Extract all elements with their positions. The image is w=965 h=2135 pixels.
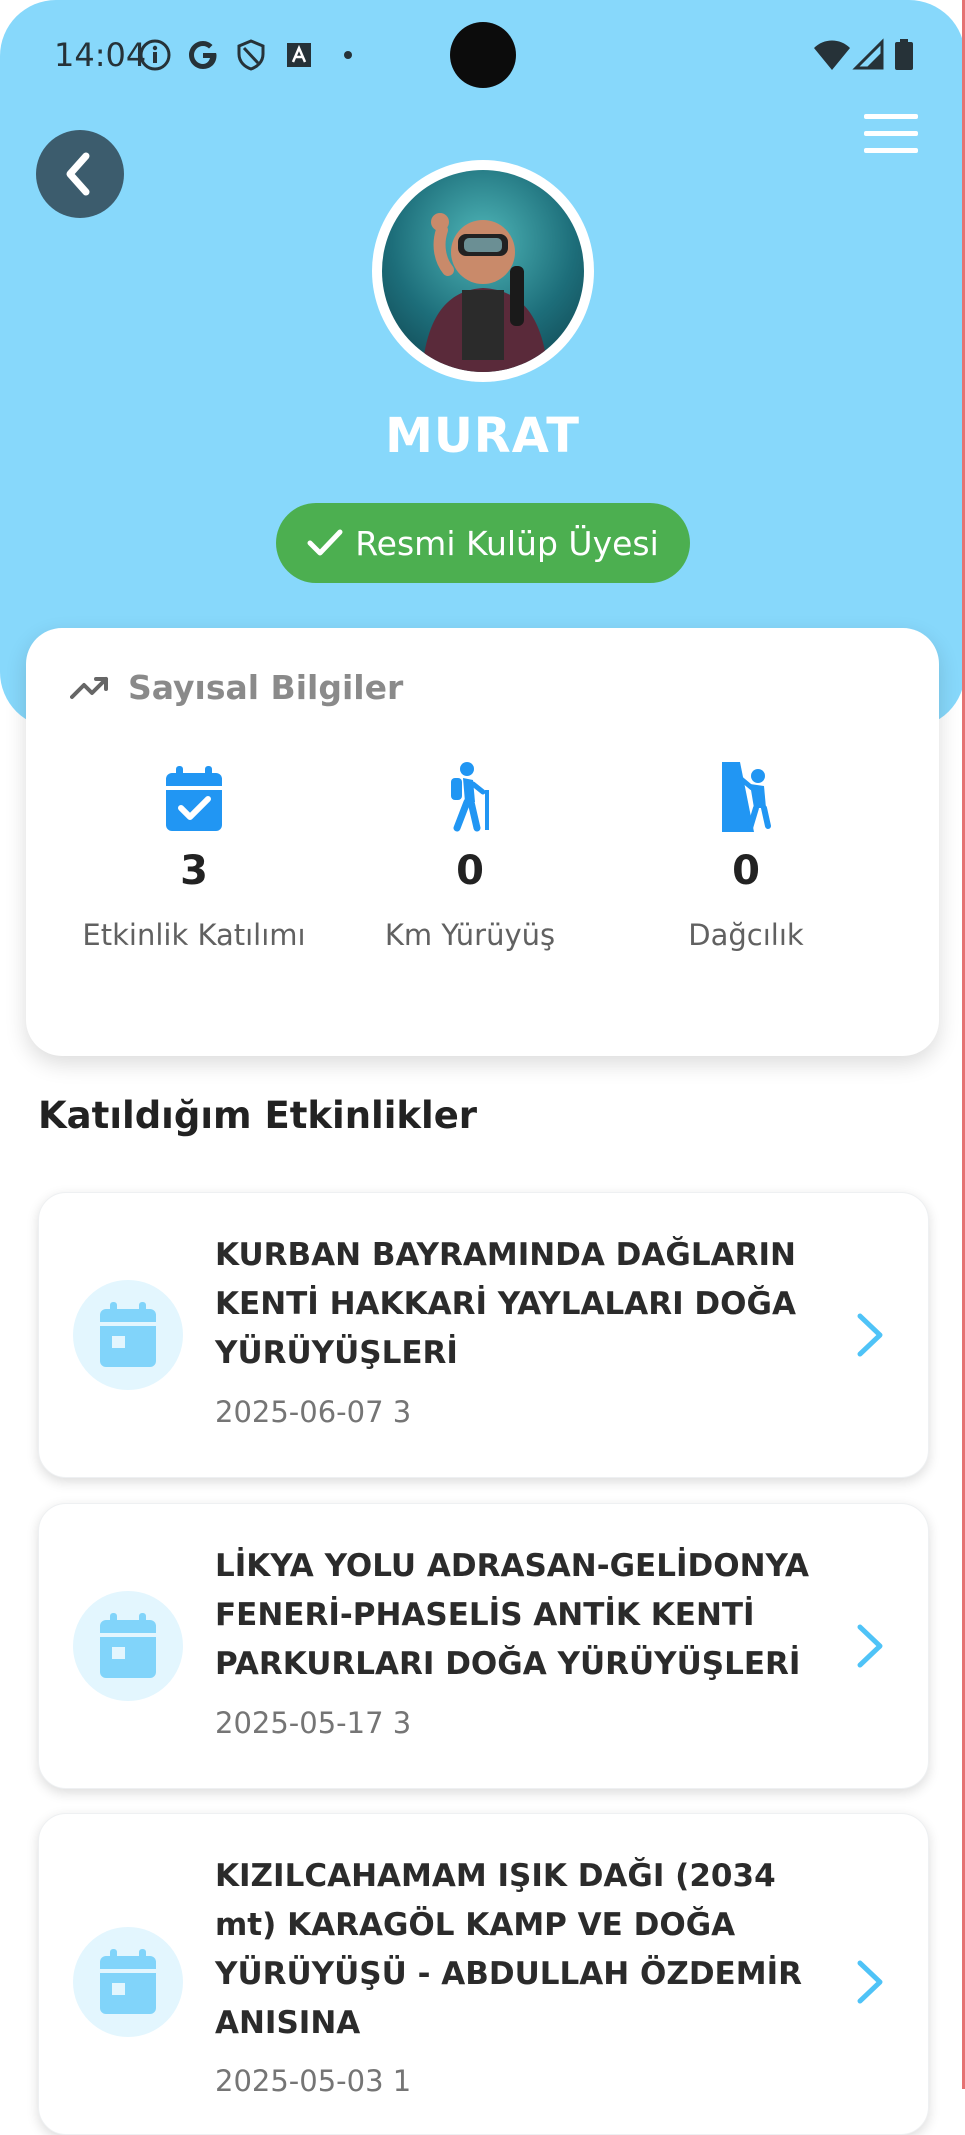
status-time: 14:04	[54, 36, 147, 74]
stat-events: 3 Etkinlik Katılımı	[56, 762, 332, 952]
member-badge: Resmi Kulüp Üyesi	[276, 503, 690, 583]
check-icon	[307, 529, 343, 556]
calendar-icon	[100, 1613, 156, 1678]
avatar-photo	[382, 170, 584, 372]
profile-name: MURAT	[385, 408, 580, 464]
event-icon-circle	[73, 1591, 183, 1701]
events-section-title: Katıldığım Etkinlikler	[38, 1094, 478, 1137]
google-icon	[189, 41, 217, 69]
stat-label: Etkinlik Katılımı	[82, 918, 306, 952]
event-title: KIZILCAHAMAM IŞIK DAĞI (2034 mt) KARAGÖL…	[215, 1858, 802, 2041]
stat-value: 0	[732, 848, 760, 894]
stat-value: 0	[456, 848, 484, 894]
event-date: 2025-05-03 1	[215, 2064, 412, 2098]
stats-card: Sayısal Bilgiler 3 Etkinlik Katılımı 0 K…	[26, 628, 939, 1056]
event-card[interactable]: KURBAN BAYRAMINDA DAĞLARIN KENTİ HAKKARİ…	[38, 1192, 929, 1478]
event-title: LİKYA YOLU ADRASAN-GELİDONYA FENERİ-PHAS…	[215, 1548, 810, 1682]
chevron-right-icon[interactable]	[852, 1310, 888, 1360]
camera-cutout	[450, 22, 516, 88]
avatar	[372, 160, 594, 382]
hiker-icon	[451, 762, 489, 832]
arrow-left-icon	[66, 152, 90, 196]
menu-icon[interactable]	[862, 110, 920, 158]
translate-icon	[287, 43, 311, 67]
wifi-icon	[814, 40, 850, 70]
stats-header: Sayısal Bilgiler	[70, 668, 403, 707]
info-icon	[139, 39, 171, 71]
stat-km: 0 Km Yürüyüş	[332, 762, 608, 952]
signal-icon	[852, 38, 884, 70]
event-card[interactable]: KIZILCAHAMAM IŞIK DAĞI (2034 mt) KARAGÖL…	[38, 1813, 929, 2135]
calendar-icon	[100, 1302, 156, 1367]
trending-up-icon	[70, 676, 108, 699]
event-title: KURBAN BAYRAMINDA DAĞLARIN KENTİ HAKKARİ…	[215, 1237, 796, 1371]
stat-climbing: 0 Dağcılık	[608, 762, 884, 952]
status-bar: 14:04	[0, 0, 965, 110]
event-icon-circle	[73, 1280, 183, 1390]
calendar-icon	[100, 1949, 156, 2014]
event-card[interactable]: LİKYA YOLU ADRASAN-GELİDONYA FENERİ-PHAS…	[38, 1503, 929, 1789]
stat-label: Dağcılık	[688, 918, 804, 952]
chevron-right-icon[interactable]	[852, 1957, 888, 2007]
stats-title: Sayısal Bilgiler	[128, 668, 404, 707]
dot-icon	[344, 51, 352, 59]
shield-icon	[237, 39, 265, 71]
event-icon-circle	[73, 1927, 183, 2037]
diver-illustration	[422, 213, 548, 372]
event-date: 2025-05-17 3	[215, 1706, 412, 1740]
back-button[interactable]	[36, 130, 124, 218]
member-badge-label: Resmi Kulüp Üyesi	[355, 523, 659, 563]
calendar-check-icon	[166, 766, 222, 831]
stat-value: 3	[180, 848, 208, 894]
battery-icon	[895, 39, 913, 70]
chevron-right-icon[interactable]	[852, 1621, 888, 1671]
climber-icon	[722, 762, 771, 832]
event-date: 2025-06-07 3	[215, 1395, 412, 1429]
stat-label: Km Yürüyüş	[384, 918, 556, 952]
